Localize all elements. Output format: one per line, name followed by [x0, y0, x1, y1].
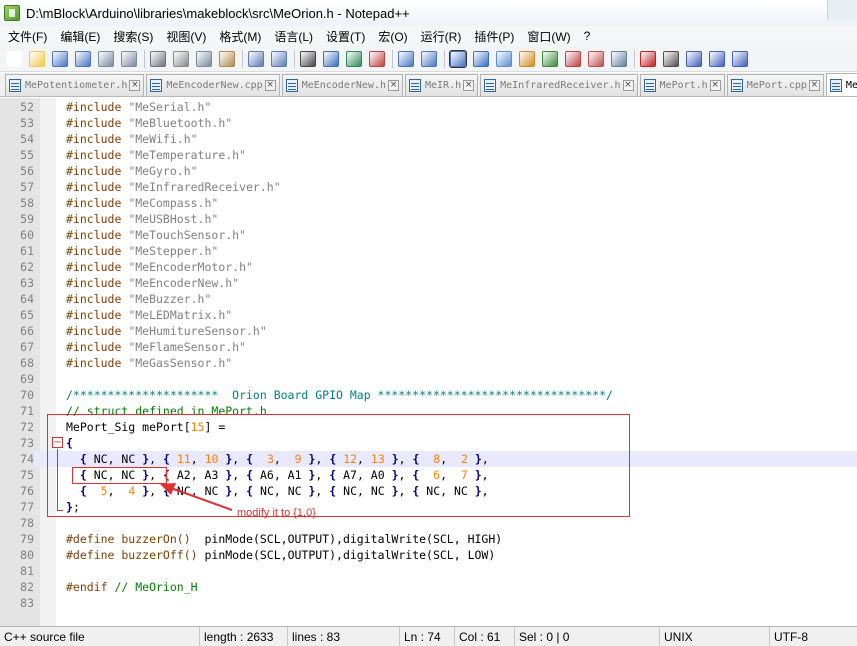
status-eol-format[interactable]: UNIX: [660, 626, 770, 646]
tab-close-icon[interactable]: ×: [808, 80, 820, 91]
file-icon: [643, 79, 656, 92]
menu-bar: 文件(F) 编辑(E) 搜索(S) 视图(V) 格式(M) 语言(L) 设置(T) 宏(O) 运…: [0, 26, 857, 46]
close-all-icon[interactable]: [121, 50, 137, 67]
menu-item[interactable]: 视图(V): [161, 28, 211, 45]
tab-close-icon[interactable]: ×: [622, 80, 634, 91]
folder-icon[interactable]: [588, 50, 604, 67]
replace-icon[interactable]: [323, 50, 339, 67]
tab-close-icon[interactable]: ×: [264, 80, 276, 91]
document-tab-bar: MePotentiometer.h × MeEncoderNew.cpp × MeEnc…: [0, 73, 857, 97]
toolbar-separator: [294, 49, 295, 68]
tab-close-icon[interactable]: ×: [463, 80, 475, 91]
tab-label: MePort.cpp: [746, 80, 807, 91]
document-tab[interactable]: MeEncoderNew.cpp ×: [146, 74, 280, 96]
toolbar-separator: [242, 49, 243, 68]
annotation-arrow-icon: [160, 483, 233, 511]
zoom-in-icon[interactable]: [346, 50, 362, 67]
user-language-icon[interactable]: [519, 50, 535, 67]
toolbar-separator: [634, 49, 635, 68]
doc-map-icon[interactable]: [542, 50, 558, 67]
tab-label: MeIR.h: [424, 80, 462, 91]
menu-item[interactable]: 设置(T): [321, 28, 370, 45]
tab-close-icon[interactable]: ×: [709, 80, 721, 91]
new-file-icon[interactable]: [6, 50, 22, 67]
tab-label: MeEncoderNew.cpp: [166, 80, 263, 91]
file-icon: [408, 79, 421, 92]
tab-label: Me: [845, 79, 857, 91]
document-tab[interactable]: MePort.cpp ×: [726, 74, 824, 96]
menu-item[interactable]: 编辑(E): [55, 28, 105, 45]
menu-item[interactable]: 文件(F): [3, 28, 52, 45]
menu-item[interactable]: 窗口(W): [522, 28, 575, 45]
status-line-number: Ln : 74: [400, 626, 455, 646]
tab-close-icon[interactable]: ×: [387, 80, 399, 91]
stop-record-icon[interactable]: [663, 50, 679, 67]
toolbar-separator: [444, 49, 445, 68]
file-icon: [285, 79, 298, 92]
menu-item[interactable]: ?: [579, 29, 596, 43]
tab-label: MeEncoderNew.h: [301, 80, 386, 91]
copy-icon[interactable]: [196, 50, 212, 67]
code-editor[interactable]: 52 #include "MeSerial.h" 53 #include "MeBlu…: [0, 98, 857, 626]
tab-label: MeInfraredReceiver.h: [500, 80, 621, 91]
file-icon: [730, 79, 743, 92]
tab-label: MePotentiometer.h: [25, 80, 128, 91]
toolbar-separator: [144, 49, 145, 68]
play-macro-icon[interactable]: [686, 50, 702, 67]
status-encoding[interactable]: UTF-8: [770, 627, 857, 646]
status-lines: lines : 83: [288, 626, 400, 646]
redo-icon[interactable]: [271, 50, 287, 67]
function-list-icon[interactable]: [565, 50, 581, 67]
toolbar-separator: [392, 49, 393, 68]
document-tab[interactable]: MeIR.h ×: [404, 74, 479, 96]
menu-item[interactable]: 搜索(S): [108, 28, 158, 45]
document-tab[interactable]: MePort.h ×: [639, 74, 725, 96]
menu-item[interactable]: 运行(R): [416, 28, 467, 45]
menu-item[interactable]: 宏(O): [373, 28, 412, 45]
paste-icon[interactable]: [219, 50, 235, 67]
status-column: Col : 61: [455, 626, 515, 646]
undo-icon[interactable]: [248, 50, 264, 67]
menu-item[interactable]: 插件(P): [469, 28, 519, 45]
file-icon: [150, 79, 163, 92]
title-bar: D:\mBlock\Arduino\libraries\makeblock\sr…: [0, 0, 857, 26]
file-icon: [829, 78, 842, 92]
toolbar: [0, 46, 857, 72]
sync-vertical-icon[interactable]: [398, 50, 414, 67]
close-icon[interactable]: [98, 50, 114, 67]
tab-label: MePort.h: [659, 80, 708, 91]
notepadpp-app-icon: [4, 5, 20, 21]
document-tab[interactable]: MeEncoderNew.h ×: [281, 74, 403, 96]
run-macro-multiple-icon[interactable]: [709, 50, 725, 67]
menu-item[interactable]: 格式(M): [214, 28, 266, 45]
indent-guide-icon[interactable]: [496, 50, 512, 67]
cut-icon[interactable]: [173, 50, 189, 67]
save-macro-icon[interactable]: [732, 50, 748, 67]
file-icon: [9, 79, 21, 92]
sync-horizontal-icon[interactable]: [421, 50, 437, 67]
record-macro-icon[interactable]: [640, 50, 656, 67]
tab-close-icon[interactable]: ×: [129, 80, 141, 91]
find-icon[interactable]: [300, 50, 316, 67]
file-icon: [484, 79, 497, 92]
menu-item[interactable]: 语言(L): [269, 28, 318, 45]
show-all-chars-icon[interactable]: [473, 50, 489, 67]
status-file-type: C++ source file: [0, 626, 200, 646]
save-all-icon[interactable]: [75, 50, 91, 67]
open-file-icon[interactable]: [29, 50, 45, 67]
document-tab[interactable]: MeInfraredReceiver.h ×: [480, 74, 638, 96]
document-tab[interactable]: Me: [825, 73, 857, 96]
status-bar: C++ source file length : 2633 lines : 83…: [0, 626, 857, 646]
print-icon[interactable]: [150, 50, 166, 67]
zoom-out-icon[interactable]: [369, 50, 385, 67]
annotation-note: modify it to {1,0}: [237, 507, 316, 519]
status-length: length : 2633: [200, 626, 288, 646]
monitor-icon[interactable]: [611, 50, 627, 67]
minimize-button[interactable]: [827, 0, 857, 20]
word-wrap-icon[interactable]: [449, 49, 467, 68]
document-tab[interactable]: MePotentiometer.h ×: [5, 74, 145, 96]
window-title: D:\mBlock\Arduino\libraries\makeblock\sr…: [26, 5, 410, 21]
status-selection: Sel : 0 | 0: [515, 626, 660, 646]
save-icon[interactable]: [52, 50, 68, 67]
